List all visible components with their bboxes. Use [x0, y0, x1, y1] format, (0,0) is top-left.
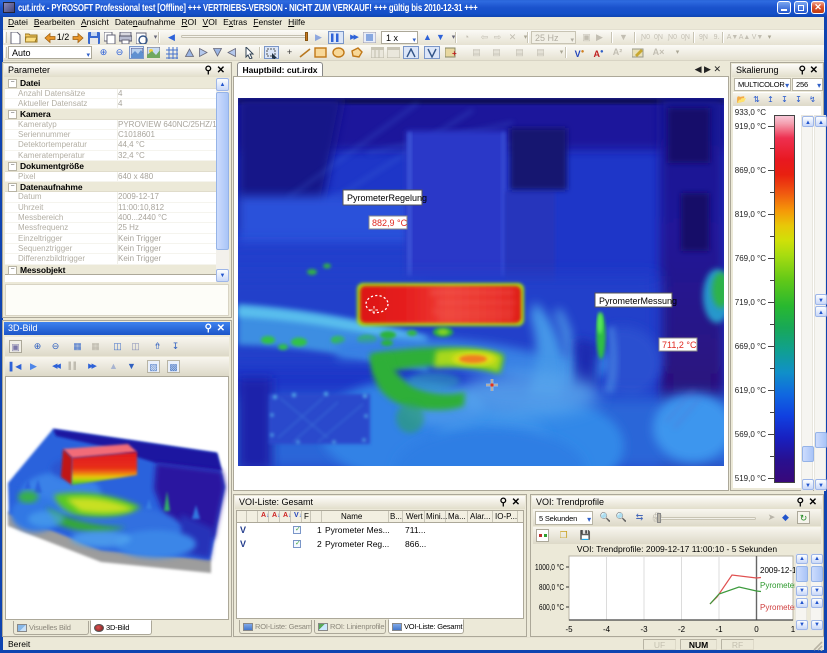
- svg-text:PyrometerRegelung: PyrometerRegelung: [347, 193, 427, 203]
- svg-text:711,2 °C: 711,2 °C: [662, 340, 697, 350]
- svg-text:1000,0 °C: 1000,0 °C: [535, 563, 564, 572]
- svg-text:-1: -1: [715, 625, 723, 634]
- svg-text:-5: -5: [565, 625, 573, 634]
- svg-text:882,9 °C: 882,9 °C: [372, 218, 408, 228]
- svg-text:600,0 °C: 600,0 °C: [539, 603, 564, 612]
- svg-text:800,0 °C: 800,0 °C: [539, 583, 564, 592]
- svg-text:-2: -2: [678, 625, 686, 634]
- svg-text:-3: -3: [640, 625, 648, 634]
- svg-text:+: +: [452, 49, 457, 58]
- svg-text:0: 0: [754, 625, 759, 634]
- svg-text:PyrometerMessung: PyrometerMessung: [599, 296, 677, 306]
- svg-text:-4: -4: [603, 625, 611, 634]
